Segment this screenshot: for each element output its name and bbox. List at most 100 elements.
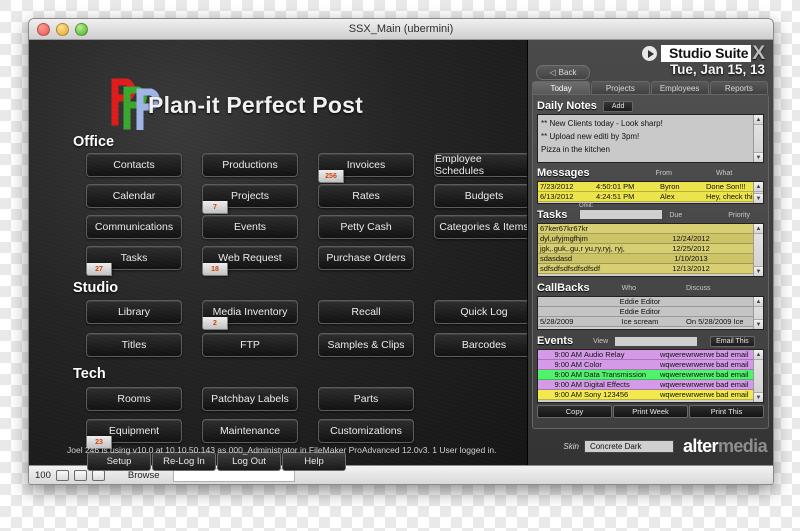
table-row[interactable]: 9:00 AM Data Transmission wqwerewrwerwe … — [538, 370, 763, 380]
table-row[interactable]: Eddie Editor — [538, 297, 763, 307]
button-samples-clips[interactable]: Samples & Clips — [318, 333, 414, 357]
button-label: Budgets — [464, 190, 504, 202]
button-label: Help — [304, 456, 324, 467]
button-parts[interactable]: Parts — [318, 387, 414, 411]
tab-reports[interactable]: Reports — [709, 81, 768, 94]
button-ftp[interactable]: FTP — [202, 333, 298, 357]
minimize-button[interactable] — [56, 23, 69, 36]
button-communications[interactable]: Communications — [86, 215, 182, 239]
events-view-input[interactable] — [614, 335, 699, 347]
zoom-in-icon[interactable] — [73, 469, 87, 481]
studio-suite-brand: Studio Suite X — [642, 43, 765, 64]
callbacks-scrollbar[interactable]: ▲ ▼ — [753, 297, 763, 329]
table-row[interactable]: Eddie Editor — [538, 307, 763, 317]
copy-button[interactable]: Copy — [537, 405, 612, 418]
button-petty-cash[interactable]: Petty Cash — [318, 215, 414, 239]
note-line: Pizza in the kitchen — [541, 145, 610, 154]
daily-notes-scrollbar[interactable]: ▲ ▼ — [753, 115, 763, 162]
table-row[interactable]: jgk,.guk,.gu,r yu,ry,ryj, ryj, 12/25/201… — [538, 244, 763, 254]
scroll-up-icon[interactable]: ▲ — [754, 115, 763, 125]
tab-employees[interactable]: Employees — [650, 81, 709, 94]
button-label: Equipment — [108, 425, 160, 437]
button-calendar[interactable]: Calendar — [86, 184, 182, 208]
button-purchase-orders[interactable]: Purchase Orders — [318, 246, 414, 270]
scroll-up-icon[interactable]: ▲ — [754, 182, 763, 192]
button-barcodes[interactable]: Barcodes — [434, 333, 534, 357]
cell-name: Color — [584, 360, 602, 369]
tab-label: Reports — [724, 83, 753, 93]
table-row[interactable]: 9:00 AM Audio Relay wqwerewrwerwe bad em… — [538, 350, 763, 360]
button-equipment[interactable]: Equipment 23 — [86, 419, 182, 449]
print-this-button[interactable]: Print This — [689, 405, 764, 418]
tasks-scrollbar[interactable]: ▲ ▼ — [753, 224, 763, 276]
button-customizations[interactable]: Customizations — [318, 419, 414, 443]
section-heading-office: Office — [73, 134, 115, 150]
tab-label: Projects — [605, 83, 635, 93]
messages-list[interactable]: 7/23/2012 4:50:01 PM Byron Done Son!!! 6… — [537, 181, 764, 204]
events-list[interactable]: 9:00 AM Audio Relay wqwerewrwerwe bad em… — [537, 349, 764, 403]
table-row[interactable]: 9:00 AM Color wqwerewrwerwe bad email — [538, 360, 763, 370]
button-invoices[interactable]: Invoices 256 — [318, 153, 414, 183]
play-icon[interactable] — [642, 46, 658, 61]
back-button[interactable]: ◁ Back — [536, 65, 590, 80]
button-patchbay-labels[interactable]: Patchbay Labels — [202, 387, 298, 411]
scroll-up-icon[interactable]: ▲ — [754, 297, 763, 307]
scroll-down-icon[interactable]: ▼ — [754, 392, 763, 402]
messages-col-from: From — [655, 169, 672, 177]
events-scrollbar[interactable]: ▲ ▼ — [753, 350, 763, 402]
tab-projects[interactable]: Projects — [591, 81, 650, 94]
zoom-button[interactable] — [75, 23, 88, 36]
scroll-up-icon[interactable]: ▲ — [754, 350, 763, 360]
button-projects[interactable]: Projects 7 — [202, 184, 298, 214]
scroll-up-icon[interactable]: ▲ — [754, 224, 763, 234]
button-contacts[interactable]: Contacts — [86, 153, 182, 177]
callbacks-list[interactable]: Eddie Editor Eddie Editor 5/28/2009 Ice … — [537, 296, 764, 330]
scroll-down-icon[interactable]: ▼ — [754, 193, 763, 203]
button-rooms[interactable]: Rooms — [86, 387, 182, 411]
cell-task: 67ker67kr67kr — [540, 224, 588, 233]
button-media-inventory[interactable]: Media Inventory 2 — [202, 300, 298, 330]
button-productions[interactable]: Productions — [202, 153, 298, 177]
table-row[interactable]: 6/13/2012 4:24:51 PM Alex Hey, check thi… — [538, 192, 763, 202]
table-row[interactable]: 7/23/2012 4:50:01 PM Byron Done Son!!! — [538, 182, 763, 192]
cell-from: Byron — [660, 182, 680, 191]
button-recall[interactable]: Recall — [318, 300, 414, 324]
messages-scrollbar[interactable]: ▲ ▼ — [753, 182, 763, 203]
email-this-button[interactable]: Email This — [710, 335, 755, 347]
table-row[interactable]: dyl,ufyjmgfhjm 12/24/2012 — [538, 234, 763, 244]
button-rates[interactable]: Rates — [318, 184, 414, 208]
table-row[interactable]: 9:00 AM Digital Effects wqwerewrwerwe ba… — [538, 380, 763, 390]
print-week-button[interactable]: Print Week — [613, 405, 688, 418]
mode-label: Browse — [127, 469, 160, 481]
button-budgets[interactable]: Budgets — [434, 184, 534, 208]
table-row[interactable]: 5/28/2009 Ice scream On 5/28/2009 Ice — [538, 317, 763, 327]
button-events[interactable]: Events — [202, 215, 298, 239]
scroll-down-icon[interactable]: ▼ — [754, 152, 763, 162]
add-note-button[interactable]: Add — [602, 100, 634, 112]
tab-today[interactable]: Today — [532, 81, 591, 94]
scroll-down-icon[interactable]: ▼ — [754, 319, 763, 329]
button-quick-log[interactable]: Quick Log — [434, 300, 534, 324]
button-tasks[interactable]: Tasks 27 — [86, 246, 182, 276]
table-row[interactable]: sdfsdfsdfsdfsdfsdf 12/13/2012 1 — [538, 264, 763, 274]
tasks-list[interactable]: 67ker67kr67kr dyl,ufyjmgfhjm 12/24/2012 … — [537, 223, 764, 277]
button-web-request[interactable]: Web Request 18 — [202, 246, 298, 276]
table-row[interactable]: 9:00 AM Sony 123456 wqwerewrwerwe bad em… — [538, 390, 763, 400]
tasks-omit-input[interactable] — [579, 209, 663, 220]
status-toggle-icon[interactable] — [91, 469, 105, 481]
events-title: Events — [537, 335, 574, 347]
table-row[interactable]: 67ker67kr67kr — [538, 224, 763, 234]
button-library[interactable]: Library — [86, 300, 182, 324]
studio-suite-sidebar: Studio Suite X ◁ Back Tue, Jan 15, 13 To… — [527, 40, 773, 465]
close-button[interactable] — [37, 23, 50, 36]
button-titles[interactable]: Titles — [86, 333, 182, 357]
table-row[interactable]: sdasdasd 1/10/2013 — [538, 254, 763, 264]
scroll-down-icon[interactable]: ▼ — [754, 266, 763, 276]
button-employee-schedules[interactable]: Employee Schedules — [434, 153, 534, 177]
zoom-out-icon[interactable] — [55, 469, 69, 481]
button-categories-items[interactable]: Categories & Items — [434, 215, 534, 239]
cell-due: 1/10/2013 — [674, 254, 708, 263]
daily-notes-list[interactable]: ** New Clients today - Look sharp! ** Up… — [537, 114, 764, 163]
button-maintenance[interactable]: Maintenance — [202, 419, 298, 443]
skin-value[interactable]: Concrete Dark — [583, 439, 674, 453]
